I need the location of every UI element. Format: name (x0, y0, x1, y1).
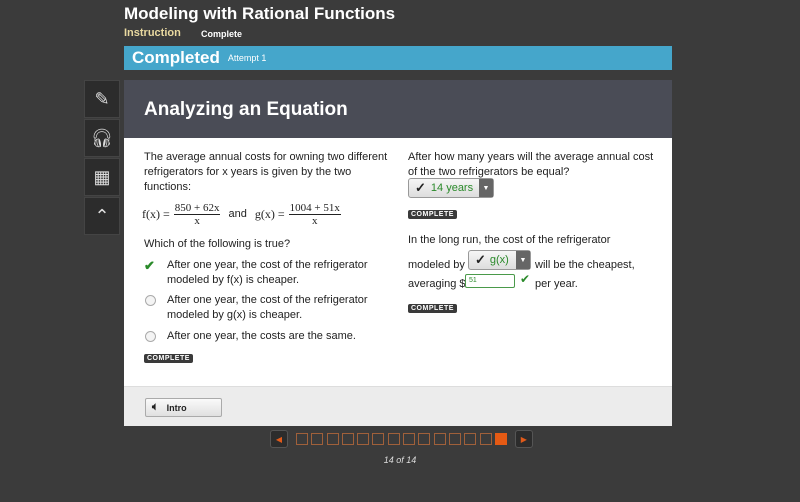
q2-text-a: In the long run, the cost of the refrige… (408, 234, 611, 246)
check-icon: ✓ (415, 180, 426, 195)
page-indicator-4[interactable] (341, 433, 354, 445)
option-2-text: After one year, the cost of the refriger… (167, 294, 368, 321)
page-indicator-8[interactable] (403, 433, 416, 445)
g-fraction: 1004 + 51x x (288, 202, 341, 227)
left-arrow-icon: ◀ (275, 434, 283, 444)
page-indicator-14[interactable] (494, 433, 507, 445)
option-3[interactable]: After one year, the costs are the same. (144, 329, 374, 344)
pencil-icon: ✎ (94, 88, 110, 109)
f-label: f(x) = (142, 207, 170, 221)
page-indicator-3[interactable] (326, 433, 339, 445)
years-dropdown[interactable]: ✓ 14 years ▼ (408, 178, 494, 198)
previous-page-button[interactable]: ◀ (270, 430, 288, 448)
option-3-text: After one year, the costs are the same. (167, 330, 356, 342)
years-value: 14 years (430, 182, 474, 194)
tab-complete[interactable]: Complete (201, 29, 242, 39)
check-icon: ✔ (520, 272, 531, 286)
check-icon: ✔ (144, 258, 155, 273)
q2-text-b: modeled by (408, 259, 465, 271)
audio-tool-button[interactable]: 🎧︎ (84, 119, 120, 157)
check-icon: ✓ (475, 252, 486, 267)
radio-button[interactable] (145, 331, 156, 342)
content-panel: The average annual costs for owning two … (124, 138, 672, 386)
q2-text-d: averaging $ (408, 278, 466, 290)
intro-label: Intro (166, 402, 187, 413)
page-indicators (296, 433, 507, 445)
g-numerator: 1004 + 51x (288, 202, 341, 215)
q2-text-c: will be the cheapest, (535, 259, 635, 271)
function-dropdown[interactable]: ✓ g(x) ▼ (468, 250, 531, 270)
and-text: and (228, 208, 247, 220)
page-indicator-10[interactable] (433, 433, 446, 445)
speaker-icon: 🔈︎ (152, 401, 159, 413)
section-title: Analyzing an Equation (124, 80, 672, 138)
radio-button[interactable] (145, 295, 156, 306)
page-indicator-9[interactable] (418, 433, 431, 445)
g-label: g(x) = (254, 207, 285, 221)
function-definitions: f(x) = 850 + 62x x and g(x) = 1004 + 51x x (142, 202, 341, 227)
chevron-down-icon: ▼ (516, 251, 530, 269)
page-indicator-12[interactable] (464, 433, 477, 445)
lesson-title: Modeling with Rational Functions (124, 4, 396, 23)
pagination: ◀ ▶ (270, 430, 533, 448)
f-denominator: x (194, 215, 200, 227)
up-caret-icon: ⌃ (94, 205, 110, 226)
g-denominator: x (311, 215, 318, 227)
page-indicator-7[interactable] (387, 433, 400, 445)
page-indicator-13[interactable] (479, 433, 492, 445)
footer-bar: 🔈︎ Intro (124, 386, 672, 426)
tab-instruction[interactable]: Instruction (124, 27, 181, 39)
next-page-button[interactable]: ▶ (514, 430, 533, 448)
q2-text-e: per year. (535, 278, 578, 290)
calculator-tool-button[interactable]: ▦ (84, 158, 120, 196)
right-arrow-icon: ▶ (520, 434, 527, 444)
option-2[interactable]: After one year, the cost of the refriger… (144, 293, 374, 323)
page-indicator-1[interactable] (296, 433, 308, 445)
headphones-icon: 🎧︎ (90, 127, 114, 148)
q1-text: After how many years will the average an… (408, 151, 654, 178)
question-text: Which of the following is true? (144, 238, 291, 250)
intro-text: The average annual costs for owning two … (144, 151, 388, 193)
average-cost-input[interactable]: 51 (465, 274, 515, 288)
status-label: Completed (132, 48, 220, 67)
page-indicator-2[interactable] (311, 433, 324, 445)
pencil-tool-button[interactable]: ✎ (84, 80, 120, 118)
option-1[interactable]: ✔ After one year, the cost of the refrig… (144, 258, 374, 288)
calculator-icon: ▦ (93, 166, 111, 187)
graph-tool-button[interactable]: ⌃ (84, 197, 120, 235)
attempt-label: Attempt 1 (227, 53, 267, 63)
complete-badge: COMPLETE (408, 210, 457, 219)
complete-badge: COMPLETE (144, 354, 193, 363)
f-numerator: 850 + 62x (173, 202, 221, 215)
complete-badge: COMPLETE (408, 304, 457, 313)
page-indicator-11[interactable] (448, 433, 461, 445)
option-1-text: After one year, the cost of the refriger… (167, 259, 368, 286)
f-fraction: 850 + 62x x (173, 202, 221, 227)
chevron-down-icon: ▼ (479, 179, 493, 197)
function-value: g(x) (489, 254, 509, 266)
page-indicator-5[interactable] (357, 433, 370, 445)
page-counter: 14 of 14 (383, 455, 417, 465)
status-bar: Completed Attempt 1 (124, 46, 672, 70)
intro-button[interactable]: 🔈︎ Intro (145, 398, 222, 417)
page-indicator-6[interactable] (372, 433, 385, 445)
